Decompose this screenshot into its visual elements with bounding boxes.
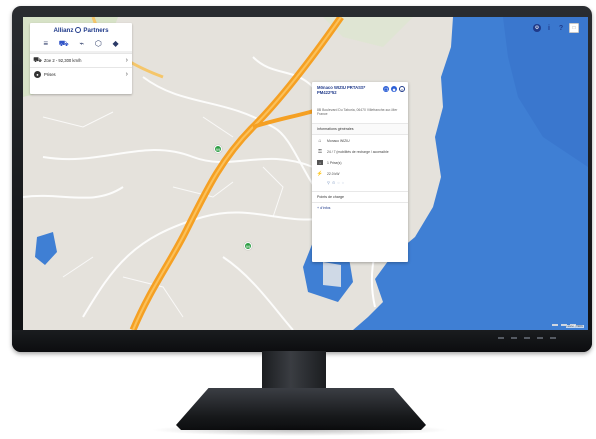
stand-shadow (150, 424, 450, 436)
car-icon[interactable]: ⛟ (59, 40, 69, 48)
vehicle-selector[interactable]: ⛟ Zoe 2 - 92,300 km/h › (30, 53, 132, 67)
popup-actions: ❐ ◆ × (383, 86, 405, 92)
service-icons: ⚲ ⊙ ◌ ◌ (312, 179, 408, 185)
brand-name: Allianz (53, 26, 74, 34)
shield-icon[interactable]: ⬡ (95, 40, 102, 48)
directions-icon[interactable]: ◆ (113, 40, 119, 48)
screen: Allianz Partners ≡ ⛟ ⌁ ⬡ ◆ ⛟ Zoe 2 - 92,… (23, 17, 588, 330)
popup-header: Mönaco WIZIU PRTASS* PM422*52 ❐ ◆ × (312, 82, 408, 108)
parking-icon: ⚲ (327, 180, 330, 185)
access-text: 24 / 7 (mobilités de recharge / accessib… (327, 149, 389, 154)
restaurant-icon: ⊙ (331, 180, 336, 185)
plugs-text: 1 Prise(s) (327, 160, 342, 165)
map-marker-1[interactable]: 99 (214, 145, 222, 153)
vehicle-icon: ⛟ (33, 57, 42, 64)
brand-suffix: Partners (83, 26, 109, 34)
station-popup: Mönaco WIZIU PRTASS* PM422*52 ❐ ◆ × 8B B… (312, 82, 408, 262)
settings-icon[interactable]: ⚙ (533, 24, 541, 32)
charge-points-header[interactable]: Points de charge (312, 192, 408, 202)
wifi-icon: ◌ (337, 180, 340, 185)
power-text: 22.0 kW (327, 171, 340, 176)
operator-text: Monaco WIZIU (327, 138, 350, 143)
map-marker-2[interactable]: 99 (244, 242, 252, 250)
chevron-right-icon: › (125, 71, 128, 78)
payment-icon: ▪ (317, 160, 323, 165)
shop-icon: ◌ (341, 180, 345, 185)
close-icon[interactable]: × (399, 86, 405, 92)
copy-icon[interactable]: ❐ (383, 86, 389, 92)
vehicle-label: Zoe 2 - 92,300 km/h (44, 58, 82, 63)
navigate-icon[interactable]: ◆ (391, 86, 397, 92)
power-row: ⚡ 22.0 kW (312, 168, 408, 179)
plug-label: Prises (44, 72, 56, 77)
access-row: ⚿ 24 / 7 (mobilités de recharge / access… (312, 146, 408, 157)
more-info-link[interactable]: + d'infos (312, 202, 408, 213)
power-icon: ⚡ (316, 170, 324, 177)
info-icon[interactable]: i (545, 24, 553, 32)
chevron-right-icon: › (125, 57, 128, 64)
brand-logo: Allianz Partners (30, 23, 132, 37)
monitor-neck (262, 351, 326, 391)
map-attribution[interactable]: Leaflet | HERE (565, 325, 584, 328)
operator-icon: ⌂ (318, 137, 322, 144)
plug-icon: ● (34, 71, 41, 78)
station-title: Mönaco WIZIU PRTASS* PM422*52 (317, 85, 366, 95)
expand-icon[interactable]: □ (569, 23, 579, 33)
help-icon[interactable]: ? (557, 24, 565, 32)
app-panel: Allianz Partners ≡ ⛟ ⌁ ⬡ ◆ ⛟ Zoe 2 - 92,… (30, 23, 132, 94)
mode-tabs: ≡ ⛟ ⌁ ⬡ ◆ (30, 37, 132, 51)
general-info-header[interactable]: Informations générales (312, 123, 408, 135)
menu-icon[interactable]: ≡ (43, 40, 48, 48)
access-icon: ⚿ (318, 148, 322, 155)
station-address: 8B Boulevard Du Taboria, 06470 Villefran… (317, 108, 398, 117)
operator-row: ⌂ Monaco WIZIU (312, 135, 408, 146)
monitor-chin (12, 330, 592, 352)
allianz-eagle-icon (75, 27, 82, 33)
top-controls: ⚙ i ? □ (533, 23, 579, 33)
monitor-buttons (498, 337, 556, 339)
plug-selector[interactable]: ● Prises › (30, 67, 132, 81)
plugs-row: ▪ 1 Prise(s) (312, 157, 408, 168)
charging-plug-icon[interactable]: ⌁ (79, 40, 84, 48)
